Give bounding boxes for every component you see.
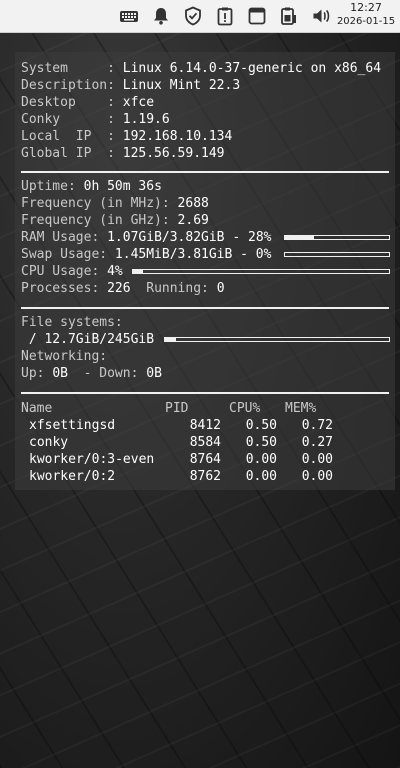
global-ip-row: Global IP : 125.56.59.149 [21, 145, 225, 162]
uptime-label: Uptime: [21, 179, 76, 194]
freq-mhz-value: 2688 [177, 196, 209, 211]
fs-value: / 12.7GiB/245GiB [21, 332, 155, 347]
cpu-value: 4% [107, 264, 123, 279]
down-label: - Down: [83, 366, 139, 381]
global-ip-key: Global IP : [21, 146, 115, 161]
desktop-value: xfce [122, 95, 155, 110]
bell-icon[interactable] [150, 5, 172, 27]
header-name: Name [21, 401, 53, 416]
top-panel: 12:27 2026-01-15 [0, 0, 400, 33]
swap-label: Swap Usage: [21, 247, 108, 262]
freq-ghz-value: 2.69 [177, 213, 209, 228]
freq-ghz-label: Frequency (in GHz): [21, 213, 170, 228]
process-mem: 0.00 [301, 469, 333, 484]
keyboard-icon[interactable] [118, 5, 140, 27]
global-ip-value: 125.56.59.149 [122, 146, 225, 161]
up-value: 0B [52, 366, 68, 381]
cpu-usage-bar [132, 269, 390, 274]
header-pid: PID [165, 401, 189, 416]
swap-value: 1.45MiB/3.81GiB - 0% [114, 247, 272, 262]
volume-icon[interactable] [310, 5, 332, 27]
net-label-row: Networking: [21, 348, 107, 365]
header-mem: MEM% [285, 401, 317, 416]
uptime-value: 0h 50m 36s [83, 179, 162, 194]
description-key: Description: [21, 78, 115, 93]
local-ip-value: 192.168.10.134 [122, 129, 233, 144]
process-pid: 8762 [189, 469, 221, 484]
separator [21, 307, 389, 309]
separator [21, 392, 389, 394]
running-label: Running: [146, 281, 209, 296]
fs-usage-bar-fill [165, 338, 177, 341]
process-cpu: 0.00 [245, 452, 277, 467]
ram-usage-bar-fill [285, 236, 315, 239]
processes-value: 226 [107, 281, 131, 296]
running-value: 0 [216, 281, 225, 296]
process-name: kworker/0:3-even [29, 452, 155, 467]
process-mem: 0.72 [301, 418, 333, 433]
separator [21, 171, 389, 173]
clock-date: 2026-01-15 [336, 16, 396, 27]
freq-ghz-row: Frequency (in GHz): 2.69 [21, 212, 209, 229]
freq-mhz-label: Frequency (in MHz): [21, 196, 170, 211]
conky-version-key: Conky : [21, 112, 115, 127]
process-cpu: 0.50 [245, 418, 277, 433]
processes-row: Processes: 226 Running: 0 [21, 280, 225, 297]
system-value: Linux 6.14.0-37-generic on x86_64 [122, 61, 382, 76]
desktop-row: Desktop : xfce [21, 94, 154, 111]
clock-time: 12:27 [350, 1, 382, 14]
cpu-label: CPU Usage: [21, 264, 100, 279]
process-mem: 0.27 [301, 435, 333, 450]
local-ip-row: Local IP : 192.168.10.134 [21, 128, 232, 145]
process-name: conky [29, 435, 69, 450]
battery-clipboard-icon[interactable] [278, 5, 300, 27]
clipboard-alert-icon[interactable] [214, 5, 236, 27]
net-label: Networking: [21, 349, 108, 364]
process-name: xfsettingsd [29, 418, 116, 433]
local-ip-key: Local IP : [21, 129, 115, 144]
processes-label: Processes: [21, 281, 100, 296]
clock[interactable]: 12:27 2026-01-15 [334, 1, 398, 29]
fs-label-row: File systems: [21, 314, 123, 331]
down-value: 0B [146, 366, 162, 381]
system-row: System : Linux 6.14.0-37-generic on x86_… [21, 60, 381, 77]
uptime-row: Uptime: 0h 50m 36s [21, 178, 162, 195]
ram-row: RAM Usage: 1.07GiB/3.82GiB - 28% [21, 229, 271, 246]
net-values-row: Up: 0B - Down: 0B [21, 365, 162, 382]
cpu-row: CPU Usage: 4% [21, 263, 123, 280]
up-label: Up: [21, 366, 45, 381]
cpu-usage-bar-fill [133, 270, 144, 273]
conky-version-value: 1.19.6 [122, 112, 170, 127]
swap-usage-bar [284, 252, 390, 257]
swap-row: Swap Usage: 1.45MiB/3.81GiB - 0% [21, 246, 271, 263]
window-icon[interactable] [246, 5, 268, 27]
shield-icon[interactable] [182, 5, 204, 27]
ram-label: RAM Usage: [21, 230, 100, 245]
header-cpu: CPU% [229, 401, 261, 416]
system-key: System : [21, 61, 115, 76]
process-pid: 8412 [189, 418, 221, 433]
fs-label: File systems: [21, 315, 123, 330]
description-value: Linux Mint 22.3 [122, 78, 241, 93]
ram-value: 1.07GiB/3.82GiB - 28% [107, 230, 272, 245]
process-mem: 0.00 [301, 452, 333, 467]
conky-widget: System : Linux 6.14.0-37-generic on x86_… [15, 52, 395, 490]
description-row: Description: Linux Mint 22.3 [21, 77, 240, 94]
fs-usage-bar [164, 337, 390, 342]
process-pid: 8764 [189, 452, 221, 467]
process-name: kworker/0:2 [29, 469, 116, 484]
desktop-key: Desktop : [21, 95, 115, 110]
system-tray [118, 4, 342, 28]
process-cpu: 0.50 [245, 435, 277, 450]
process-pid: 8584 [189, 435, 221, 450]
freq-mhz-row: Frequency (in MHz): 2688 [21, 195, 209, 212]
conky-version-row: Conky : 1.19.6 [21, 111, 170, 128]
ram-usage-bar [284, 235, 390, 240]
process-cpu: 0.00 [245, 469, 277, 484]
fs-value-row: / 12.7GiB/245GiB [21, 331, 154, 348]
